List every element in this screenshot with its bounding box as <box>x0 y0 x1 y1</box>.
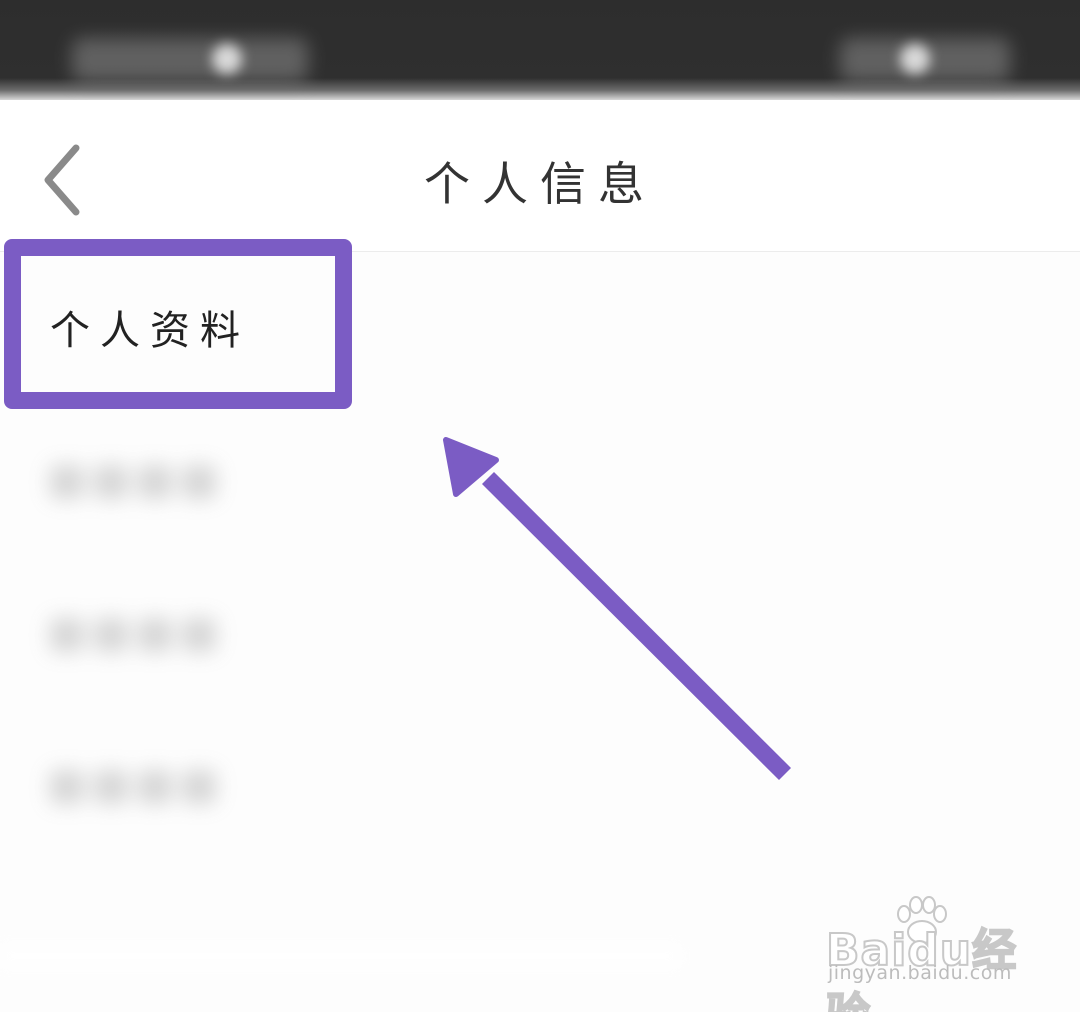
watermark: Baidu经验 jingyan.baidu.com <box>825 896 1026 1012</box>
watermark-url: jingyan.baidu.com <box>828 962 1012 984</box>
list-item-label: 个人资料 <box>50 308 250 354</box>
status-icon <box>212 44 242 74</box>
status-bar <box>0 0 1080 100</box>
battery-icon <box>900 44 930 74</box>
list-item-blurred[interactable] <box>0 712 1080 862</box>
blurred-item-label <box>46 612 218 658</box>
blurred-item-label <box>46 764 218 810</box>
nav-header: 个人信息 <box>0 100 1080 252</box>
status-bar-left-blurred <box>72 38 308 82</box>
page-title: 个人信息 <box>424 157 656 211</box>
blurred-item-label <box>46 459 218 505</box>
list-item-blurred[interactable] <box>0 407 1080 557</box>
bottom-blurred-strip <box>0 945 680 967</box>
list-item-personal-profile[interactable]: 个人资料 <box>0 252 1080 402</box>
list-item-blurred[interactable] <box>0 560 1080 710</box>
phone-screen: 个人信息 个人资料 Baidu经 jingyan.baidu.com <box>0 0 1080 1012</box>
